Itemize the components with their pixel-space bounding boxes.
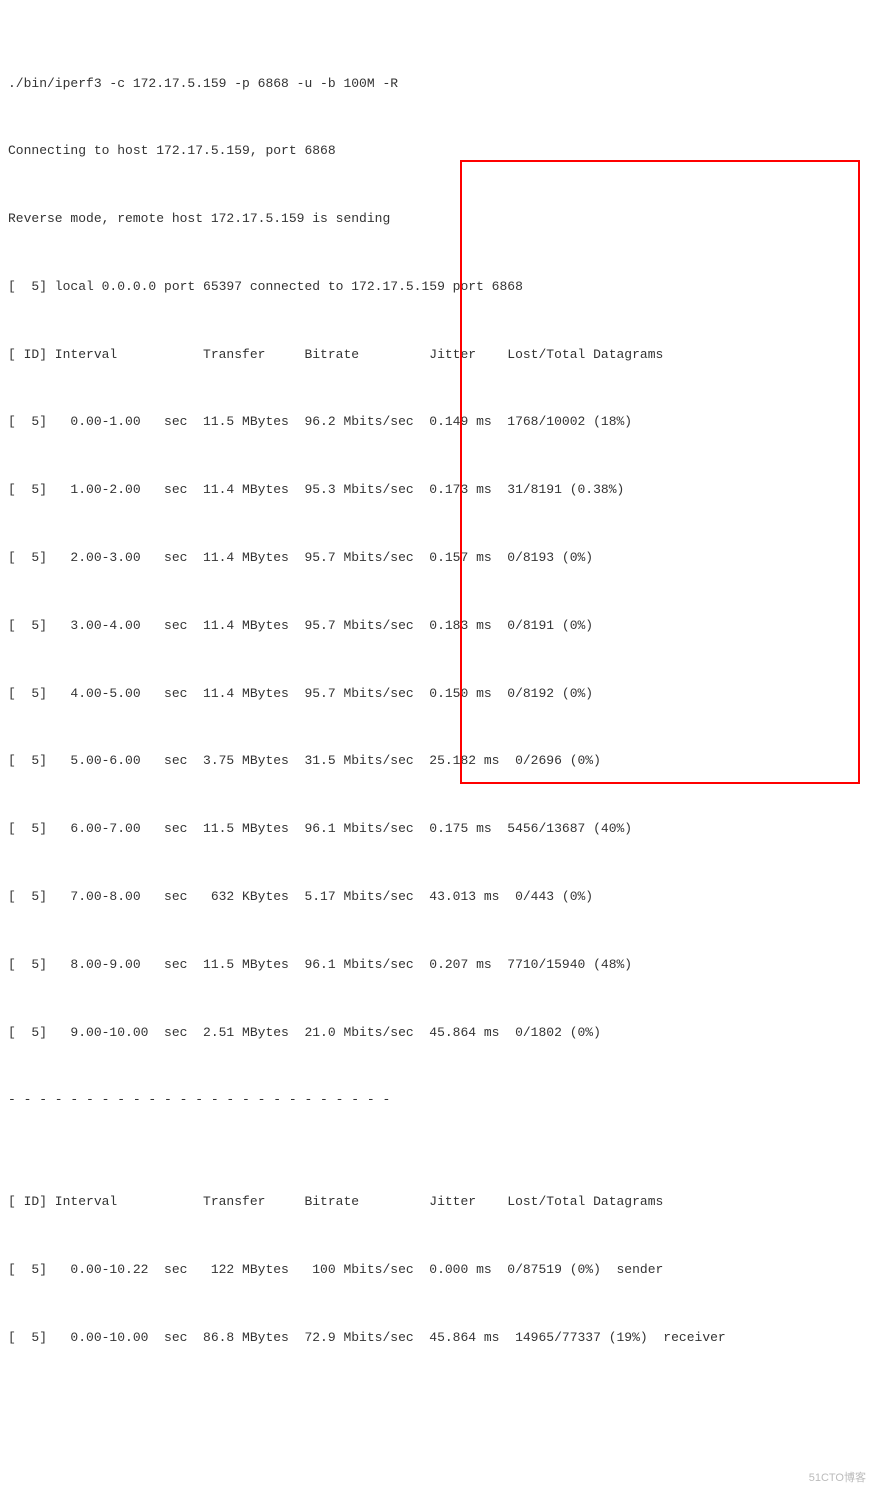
blank bbox=[8, 109, 864, 126]
reverse-mode-line: Reverse mode, remote host 172.17.5.159 i… bbox=[8, 211, 864, 228]
watermark: 51CTO博客 bbox=[809, 1471, 866, 1485]
blank bbox=[8, 1058, 864, 1075]
data-row: [ 5] 4.00-5.00 sec 11.4 MBytes 95.7 Mbit… bbox=[8, 686, 864, 703]
blank bbox=[8, 177, 864, 194]
data-row: [ 5] 1.00-2.00 sec 11.4 MBytes 95.3 Mbit… bbox=[8, 482, 864, 499]
blank bbox=[8, 787, 864, 804]
blank bbox=[8, 855, 864, 872]
blank bbox=[8, 991, 864, 1008]
divider-line: - - - - - - - - - - - - - - - - - - - - … bbox=[8, 1092, 864, 1109]
summary-header-line: [ ID] Interval Transfer Bitrate Jitter L… bbox=[8, 1194, 864, 1211]
data-row: [ 5] 8.00-9.00 sec 11.5 MBytes 96.1 Mbit… bbox=[8, 957, 864, 974]
blank bbox=[8, 516, 864, 533]
data-row: [ 5] 6.00-7.00 sec 11.5 MBytes 96.1 Mbit… bbox=[8, 821, 864, 838]
blank bbox=[8, 1126, 864, 1143]
data-row: [ 5] 5.00-6.00 sec 3.75 MBytes 31.5 Mbit… bbox=[8, 753, 864, 770]
blank bbox=[8, 1296, 864, 1313]
summary-row: [ 5] 0.00-10.22 sec 122 MBytes 100 Mbits… bbox=[8, 1262, 864, 1279]
data-row: [ 5] 2.00-3.00 sec 11.4 MBytes 95.7 Mbit… bbox=[8, 550, 864, 567]
blank bbox=[8, 313, 864, 330]
blank bbox=[8, 584, 864, 601]
blank bbox=[8, 719, 864, 736]
blank bbox=[8, 1160, 864, 1177]
header-line: [ ID] Interval Transfer Bitrate Jitter L… bbox=[8, 347, 864, 364]
data-row: [ 5] 3.00-4.00 sec 11.4 MBytes 95.7 Mbit… bbox=[8, 618, 864, 635]
blank bbox=[8, 652, 864, 669]
blank bbox=[8, 448, 864, 465]
blank bbox=[8, 381, 864, 398]
command-line: ./bin/iperf3 -c 172.17.5.159 -p 6868 -u … bbox=[8, 76, 864, 93]
summary-row: [ 5] 0.00-10.00 sec 86.8 MBytes 72.9 Mbi… bbox=[8, 1330, 864, 1347]
data-row: [ 5] 9.00-10.00 sec 2.51 MBytes 21.0 Mbi… bbox=[8, 1025, 864, 1042]
data-row: [ 5] 7.00-8.00 sec 632 KBytes 5.17 Mbits… bbox=[8, 889, 864, 906]
data-row: [ 5] 0.00-1.00 sec 11.5 MBytes 96.2 Mbit… bbox=[8, 414, 864, 431]
blank bbox=[8, 923, 864, 940]
connecting-line: Connecting to host 172.17.5.159, port 68… bbox=[8, 143, 864, 160]
conn-line: [ 5] local 0.0.0.0 port 65397 connected … bbox=[8, 279, 864, 296]
blank bbox=[8, 1228, 864, 1245]
blank bbox=[8, 245, 864, 262]
